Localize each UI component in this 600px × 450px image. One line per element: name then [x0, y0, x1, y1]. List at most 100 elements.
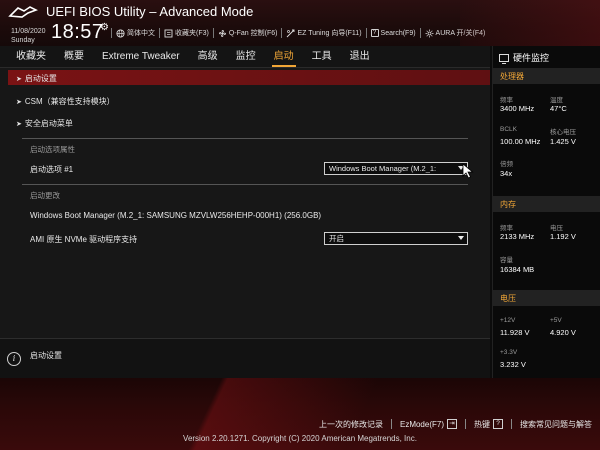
- tab-boot[interactable]: 启动: [271, 46, 296, 68]
- mouse-cursor-icon: [462, 163, 474, 179]
- voltage-section-header: 电压: [493, 290, 600, 306]
- question-icon: ?: [493, 419, 503, 429]
- hardware-monitor-title-text: 硬件监控: [513, 53, 550, 63]
- footer-links: 上一次的修改记录 EzMode(F7) ⇥ 热键 ? 搜索常见问题与解答: [319, 417, 592, 431]
- cpu-temp-value: 47°C: [550, 104, 567, 113]
- toolbar-divider: [212, 28, 214, 38]
- footer-divider: [511, 419, 512, 429]
- cpu-freq-value: 3400 MHz: [500, 104, 535, 113]
- boot-configuration-item[interactable]: ➤ 启动设置: [16, 73, 57, 84]
- memory-section-header: 内存: [493, 196, 600, 212]
- boot-option-priorities-heading: 启动选项属性: [30, 145, 75, 154]
- tab-monitor[interactable]: 监控: [236, 46, 256, 68]
- day-text: Sunday: [11, 37, 35, 44]
- v33-label: +3.3V: [500, 349, 518, 356]
- boot-option-1-value: Windows Boot Manager (M.2_1:: [329, 164, 437, 173]
- mem-freq-value: 2133 MHz: [500, 232, 535, 241]
- ezmode-label: EzMode(F7): [399, 419, 444, 429]
- ez-tuning-icon: [286, 29, 295, 38]
- cpu-section-label: 处理器: [500, 72, 524, 81]
- favorites-label: 收藏夹(F3): [175, 30, 209, 37]
- boot-override-heading: 启动更改: [30, 191, 60, 200]
- help-text: 启动设置: [30, 351, 62, 360]
- hardware-monitor-panel: 硬件监控 处理器 频率 温度 3400 MHz 47°C BCLK 核心电压 1…: [492, 46, 600, 378]
- favorites-button[interactable]: 收藏夹(F3): [164, 28, 209, 38]
- tab-favorites[interactable]: 收藏夹: [16, 46, 46, 68]
- info-icon: i: [7, 352, 21, 366]
- tab-main[interactable]: 概要: [64, 46, 84, 68]
- mem-capacity-value: 16384 MB: [500, 265, 535, 274]
- ami-nvme-value: 开启: [329, 234, 344, 243]
- rog-logo-icon: [8, 6, 38, 18]
- tab-exit[interactable]: 退出: [350, 46, 370, 68]
- memory-section-label: 内存: [500, 200, 516, 209]
- date-display: 11/08/2020 Sunday: [11, 27, 46, 45]
- ami-nvme-select[interactable]: 开启: [324, 232, 468, 245]
- qfan-label: Q-Fan 控制(F6): [228, 30, 278, 37]
- last-modified-label: 上一次的修改记录: [318, 419, 383, 429]
- footer-divider: [465, 419, 466, 429]
- cpu-temp-label: 温度: [550, 97, 563, 104]
- secure-boot-label: 安全启动菜单: [24, 119, 73, 128]
- menu-tabs: 收藏夹 概要 Extreme Tweaker 高级 监控 启动 工具 退出: [16, 46, 388, 68]
- copyright-text: Version 2.20.1271. Copyright (C) 2020 Am…: [183, 434, 417, 443]
- footer-bar: 上一次的修改记录 EzMode(F7) ⇥ 热键 ? 搜索常见问题与解答 Ver…: [0, 378, 600, 450]
- faq-search-label: 搜索常见问题与解答: [520, 419, 592, 429]
- faq-search-button[interactable]: 搜索常见问题与解答: [520, 419, 592, 430]
- boot-override-windows-item[interactable]: Windows Boot Manager (M.2_1: SAMSUNG MZV…: [30, 211, 321, 220]
- section-divider: [22, 138, 468, 139]
- mem-capacity-label: 容量: [500, 257, 513, 264]
- window-title: UEFI BIOS Utility – Advanced Mode: [46, 4, 254, 19]
- main-panel: ➤ 启动设置 ➤ CSM（兼容性支持模块） ➤ 安全启动菜单 启动选项属性 启动选项 …: [0, 68, 490, 338]
- csm-item[interactable]: ➤ CSM（兼容性支持模块）: [16, 96, 115, 107]
- v5-label: +5V: [550, 317, 562, 324]
- tab-tool[interactable]: 工具: [312, 46, 332, 68]
- language-button[interactable]: 简体中文: [116, 28, 155, 38]
- mem-volt-label: 电压: [550, 225, 563, 232]
- search-button[interactable]: ? Search(F9): [370, 29, 416, 37]
- boot-configuration-label: 启动设置: [24, 74, 57, 83]
- toolbar: 简体中文 收藏夹(F3) Q-Fan 控制(F6) EZ Tuning 向导(F…: [107, 27, 485, 39]
- mem-volt-value: 1.192 V: [550, 232, 576, 241]
- toolbar-divider: [111, 28, 112, 38]
- boot-option-1-select[interactable]: Windows Boot Manager (M.2_1:: [324, 162, 468, 175]
- qfan-button[interactable]: Q-Fan 控制(F6): [218, 28, 278, 38]
- ami-nvme-label: AMI 原生 NVMe 驱动程序支持: [30, 235, 138, 244]
- search-label: Search(F9): [380, 29, 416, 37]
- tab-extreme-tweaker[interactable]: Extreme Tweaker: [102, 46, 180, 68]
- voltage-section-label: 电压: [500, 294, 516, 303]
- fan-icon: [218, 29, 227, 38]
- submenu-arrow-icon: ➤: [16, 76, 22, 83]
- toolbar-divider: [419, 28, 421, 38]
- tab-advanced[interactable]: 高级: [198, 46, 218, 68]
- hotkeys-label: 热键: [474, 419, 490, 429]
- language-label: 简体中文: [127, 30, 155, 37]
- bookmark-icon: [164, 29, 173, 38]
- section-divider: [22, 184, 468, 185]
- aura-label: AURA 开/关(F4): [435, 30, 486, 37]
- bclk-value: 100.00 MHz: [500, 137, 541, 146]
- hotkeys-button[interactable]: 热键 ?: [474, 419, 503, 430]
- v5-value: 4.920 V: [550, 328, 576, 337]
- ez-tuning-label: EZ Tuning 向导(F11): [297, 30, 362, 37]
- core-voltage-value: 1.425 V: [550, 137, 576, 146]
- toolbar-divider: [365, 28, 367, 38]
- help-panel: i 启动设置: [0, 338, 490, 378]
- search-icon: ?: [370, 29, 379, 37]
- aura-icon: [425, 29, 434, 38]
- secure-boot-item[interactable]: ➤ 安全启动菜单: [16, 118, 73, 129]
- globe-icon: [116, 28, 125, 38]
- ez-tuning-button[interactable]: EZ Tuning 向导(F11): [286, 28, 362, 38]
- v33-value: 3.232 V: [500, 360, 526, 369]
- submenu-arrow-icon: ➤: [16, 121, 22, 128]
- cpu-section-header: 处理器: [493, 68, 600, 84]
- cpu-freq-label: 频率: [500, 97, 513, 104]
- boot-option-1-label: 启动选项 #1: [30, 165, 74, 174]
- ezmode-button[interactable]: EzMode(F7) ⇥: [400, 419, 457, 429]
- last-modified-button[interactable]: 上一次的修改记录: [319, 419, 383, 430]
- submenu-arrow-icon: ➤: [16, 99, 22, 106]
- monitor-icon: [499, 53, 509, 64]
- core-voltage-label: 核心电压: [550, 129, 576, 136]
- v12-label: +12V: [500, 317, 516, 324]
- aura-button[interactable]: AURA 开/关(F4): [425, 28, 486, 38]
